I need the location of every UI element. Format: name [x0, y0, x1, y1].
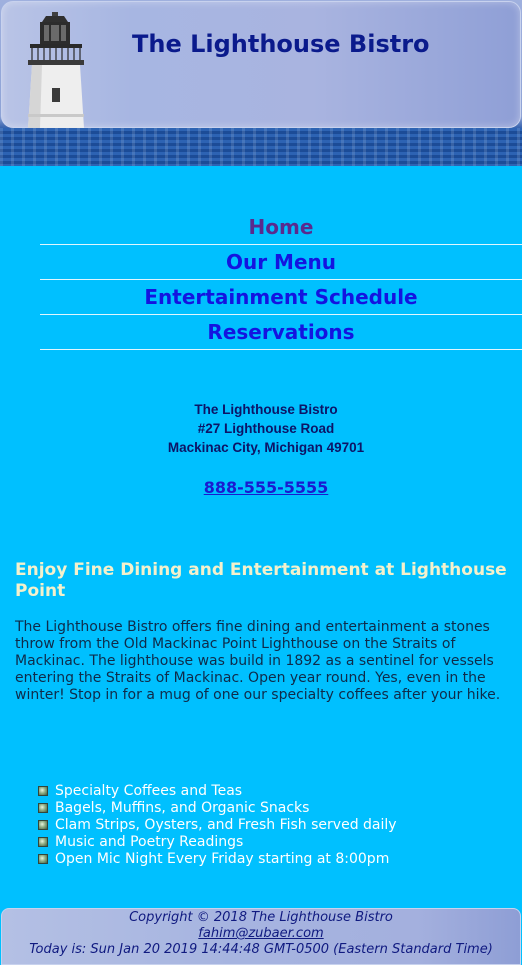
feature-text: Open Mic Night Every Friday starting at … [55, 850, 390, 867]
main-nav: Home Our Menu Entertainment Schedule Res… [40, 210, 522, 350]
bullet-icon [38, 836, 48, 847]
list-item: Music and Poetry Readings [38, 833, 508, 850]
feature-text: Bagels, Muffins, and Organic Snacks [55, 799, 310, 816]
list-item: Bagels, Muffins, and Organic Snacks [38, 799, 508, 816]
bullet-icon [38, 853, 48, 864]
address-block: The Lighthouse Bistro #27 Lighthouse Roa… [0, 400, 522, 457]
nav-link-entertainment-schedule[interactable]: Entertainment Schedule [40, 280, 522, 315]
header-water-image [0, 128, 522, 166]
features-list: Specialty Coffees and Teas Bagels, Muffi… [38, 782, 508, 867]
list-item: Specialty Coffees and Teas [38, 782, 508, 799]
bullet-icon [38, 785, 48, 796]
copyright-text: Copyright © 2018 The Lighthouse Bistro [129, 910, 393, 925]
feature-text: Specialty Coffees and Teas [55, 782, 243, 799]
address-name: The Lighthouse Bistro [194, 402, 338, 417]
site-title: The Lighthouse Bistro [132, 30, 430, 58]
site-header: The Lighthouse Bistro [0, 0, 522, 166]
feature-text: Music and Poetry Readings [55, 833, 244, 850]
nav-link-reservations[interactable]: Reservations [40, 315, 522, 350]
content-paragraph: The Lighthouse Bistro offers fine dining… [15, 619, 501, 703]
bullet-icon [38, 802, 48, 813]
content-heading: Enjoy Fine Dining and Entertainment at L… [15, 560, 507, 601]
phone-link[interactable]: 888-555-5555 [0, 478, 522, 497]
list-item: Open Mic Night Every Friday starting at … [38, 850, 508, 867]
list-item: Clam Strips, Oysters, and Fresh Fish ser… [38, 816, 508, 833]
lighthouse-icon [28, 12, 84, 128]
nav-link-home[interactable]: Home [40, 210, 522, 245]
address-city: Mackinac City, Michigan 49701 [167, 440, 365, 455]
nav-link-our-menu[interactable]: Our Menu [40, 245, 522, 280]
bullet-icon [38, 819, 48, 830]
site-footer: Copyright © 2018 The Lighthouse Bistro f… [1, 908, 521, 965]
current-date-text: Today is: Sun Jan 20 2019 14:44:48 GMT-0… [29, 942, 493, 957]
address-street: #27 Lighthouse Road [197, 421, 335, 436]
feature-text: Clam Strips, Oysters, and Fresh Fish ser… [55, 816, 397, 833]
email-link[interactable]: fahim@zubaer.com [198, 926, 323, 941]
